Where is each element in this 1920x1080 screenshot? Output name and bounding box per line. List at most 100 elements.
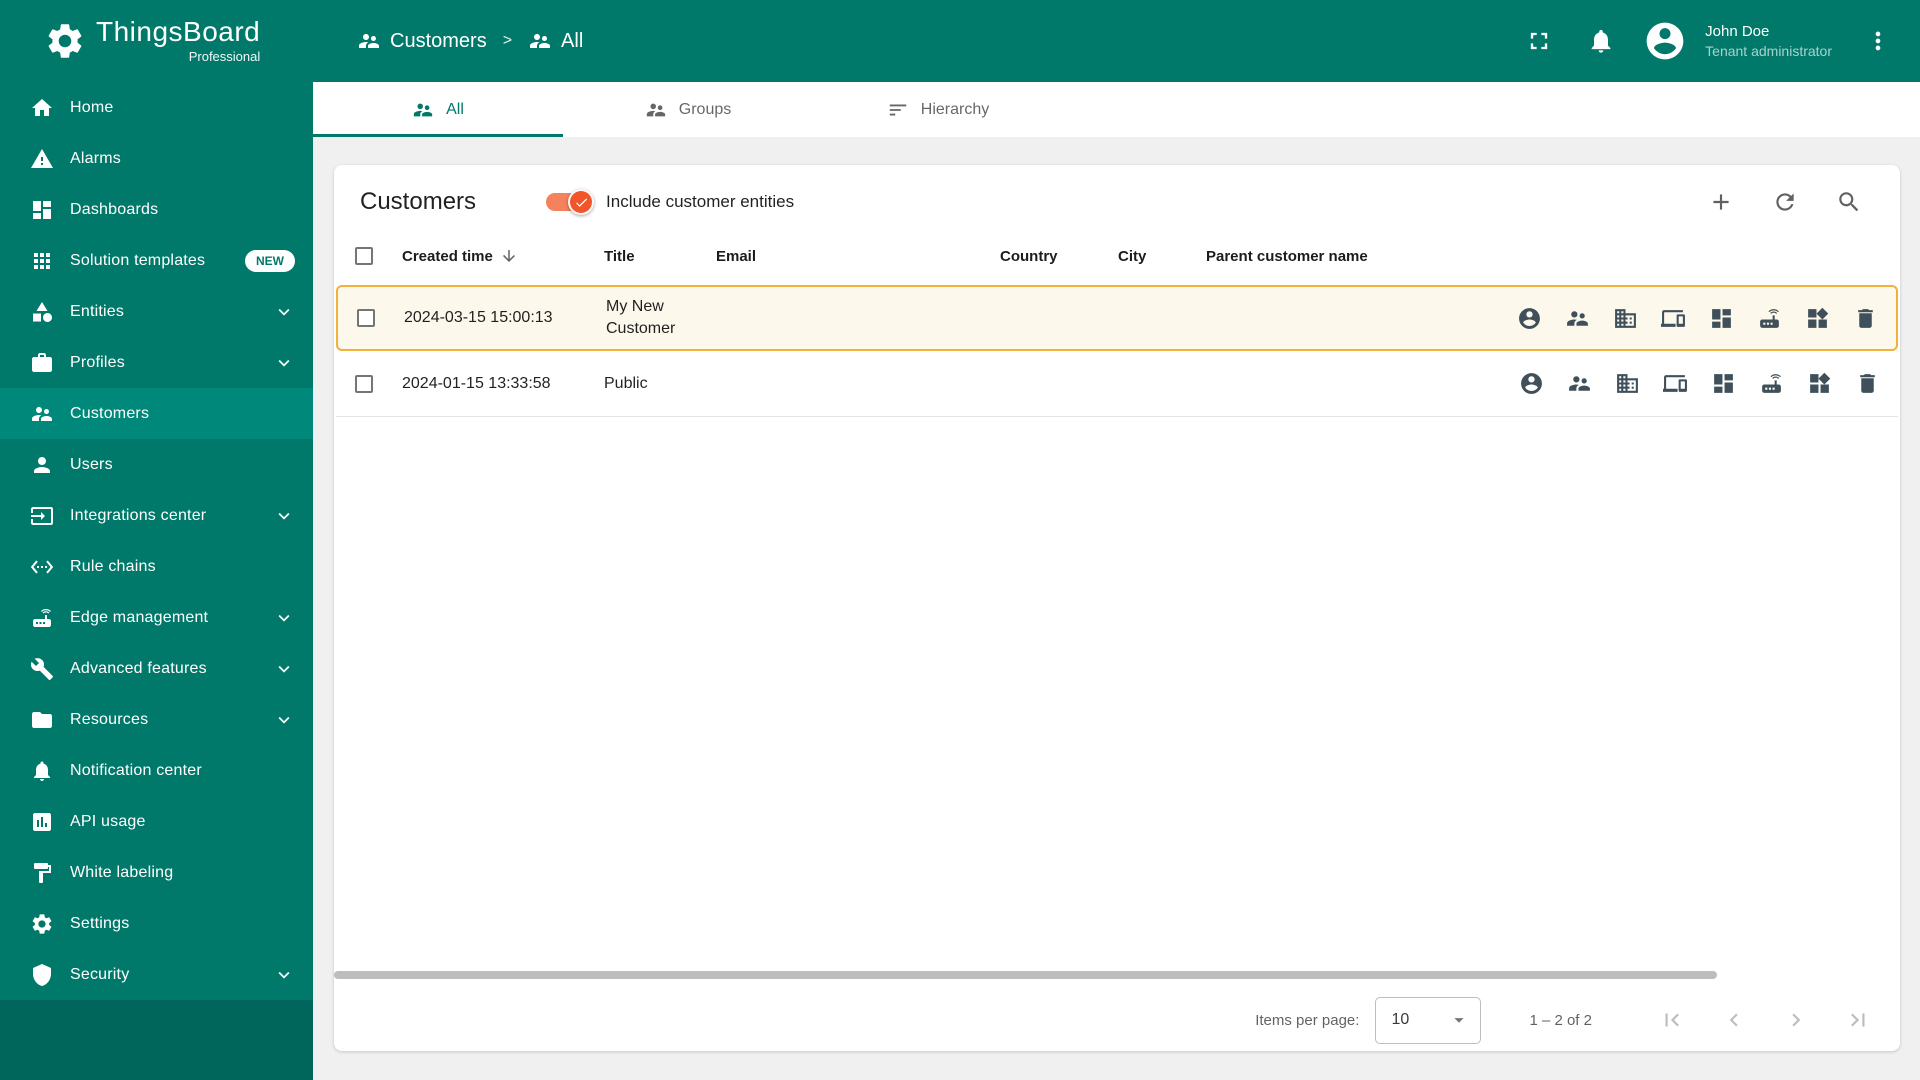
breadcrumb-separator: >: [502, 32, 513, 49]
include-entities-toggle-wrap: Include customer entities: [546, 189, 794, 215]
first-page-button[interactable]: [1658, 1006, 1686, 1034]
manage-customer-edges-button[interactable]: [1757, 306, 1782, 331]
manage-customer-users-button[interactable]: [1519, 371, 1544, 396]
chevron-down-icon: [273, 964, 295, 986]
manage-customer-assets-button[interactable]: [1615, 371, 1640, 396]
delete-customer-button[interactable]: [1855, 371, 1880, 396]
breadcrumb-customers[interactable]: Customers: [357, 29, 487, 53]
sidebar-item-resources[interactable]: Resources: [0, 694, 313, 745]
paint-icon: [30, 861, 54, 885]
devices-icon: [1663, 371, 1688, 396]
sidebar-item-advanced-features[interactable]: Advanced features: [0, 643, 313, 694]
row-actions: [1398, 306, 1896, 331]
cell-created-time: 2024-01-15 13:33:58: [402, 374, 551, 392]
column-parent-customer-name[interactable]: Parent customer name: [1196, 248, 1396, 265]
select-all-checkbox[interactable]: [355, 247, 373, 265]
include-customer-entities-toggle[interactable]: [546, 189, 595, 215]
sidebar-item-entities[interactable]: Entities: [0, 286, 313, 337]
sidebar-item-dashboards[interactable]: Dashboards: [0, 184, 313, 235]
sidebar-item-notification-center[interactable]: Notification center: [0, 745, 313, 796]
row-checkbox[interactable]: [355, 374, 373, 393]
card-toolbar: [1706, 187, 1874, 217]
building-icon: [1615, 371, 1640, 396]
sidebar-item-settings[interactable]: Settings: [0, 898, 313, 949]
column-title[interactable]: Title: [594, 248, 706, 265]
paginator: Items per page: 10 1 – 2 of 2: [334, 989, 1900, 1051]
sidebar-item-profiles[interactable]: Profiles: [0, 337, 313, 388]
last-page-button[interactable]: [1844, 1006, 1872, 1034]
more-vert-icon: [1864, 27, 1892, 55]
user-role: Tenant administrator: [1705, 43, 1832, 59]
next-page-button[interactable]: [1782, 1006, 1810, 1034]
column-created-time[interactable]: Created time: [392, 247, 594, 265]
chevron-down-icon: [273, 709, 295, 731]
items-per-page-select[interactable]: 10: [1375, 996, 1482, 1044]
manage-customer-devices-button[interactable]: [1663, 371, 1688, 396]
widgets-icon: [1807, 371, 1832, 396]
app-name: ThingsBoard: [96, 16, 261, 47]
manage-customer-assets-button[interactable]: [1613, 306, 1638, 331]
sidebar-item-edge-management[interactable]: Edge management: [0, 592, 313, 643]
tab-groups[interactable]: Groups: [563, 82, 813, 137]
app-logo[interactable]: ThingsBoard Professional: [0, 18, 313, 64]
delete-customer-button[interactable]: [1853, 306, 1878, 331]
sidebar-item-rule-chains[interactable]: Rule chains: [0, 541, 313, 592]
more-menu-button[interactable]: [1858, 21, 1898, 61]
column-email[interactable]: Email: [706, 248, 990, 265]
table-header-row: Created time Title Email Country City Pa…: [336, 227, 1898, 285]
column-country[interactable]: Country: [990, 248, 1108, 265]
sidebar-item-security[interactable]: Security: [0, 949, 313, 1000]
tab-hierarchy[interactable]: Hierarchy: [813, 82, 1063, 137]
sidebar-item-white-labeling[interactable]: White labeling: [0, 847, 313, 898]
bell-icon: [1587, 27, 1615, 55]
gear-icon: [30, 912, 54, 936]
top-header: ThingsBoard Professional Customers > All…: [0, 0, 1920, 82]
tab-bar: All Groups Hierarchy: [313, 82, 1920, 137]
row-checkbox[interactable]: [357, 309, 375, 327]
thingsboard-gear-icon: [44, 20, 86, 62]
horizontal-scrollbar: [334, 971, 1898, 979]
table-row[interactable]: 2024-03-15 15:00:13 My New Customer: [336, 285, 1898, 351]
table-row[interactable]: 2024-01-15 13:33:58 Public: [336, 351, 1898, 417]
manage-customer-users-button[interactable]: [1517, 306, 1542, 331]
sidebar-item-solution-templates[interactable]: Solution templates NEW: [0, 235, 313, 286]
tab-all[interactable]: All: [313, 82, 563, 137]
manage-customer-user-groups-button[interactable]: [1565, 306, 1590, 331]
sidebar-item-alarms[interactable]: Alarms: [0, 133, 313, 184]
chevron-down-icon: [273, 607, 295, 629]
manage-customer-dashboards-button[interactable]: [1711, 371, 1736, 396]
page-content: Customers Include customer entities Crea…: [313, 137, 1920, 1080]
manage-customer-user-groups-button[interactable]: [1567, 371, 1592, 396]
sidebar-item-users[interactable]: Users: [0, 439, 313, 490]
refresh-button[interactable]: [1770, 187, 1800, 217]
manage-customer-edges-button[interactable]: [1759, 371, 1784, 396]
column-city[interactable]: City: [1108, 248, 1196, 265]
add-customer-button[interactable]: [1706, 187, 1736, 217]
sidebar-item-customers[interactable]: Customers: [0, 388, 313, 439]
people-icon: [30, 402, 54, 426]
sidebar-item-api-usage[interactable]: API usage: [0, 796, 313, 847]
sidebar-menu: Home Alarms Dashboards Solution template…: [0, 82, 313, 1000]
sidebar-item-integrations-center[interactable]: Integrations center: [0, 490, 313, 541]
fullscreen-button[interactable]: [1519, 21, 1559, 61]
trash-icon: [1855, 371, 1880, 396]
check-icon: [574, 195, 589, 210]
horizontal-scrollbar-thumb[interactable]: [334, 971, 1717, 979]
breadcrumb-label: All: [561, 29, 584, 52]
user-avatar[interactable]: [1643, 19, 1687, 63]
previous-page-button[interactable]: [1720, 1006, 1748, 1034]
trash-icon: [1853, 306, 1878, 331]
manage-customer-dashboards-button[interactable]: [1709, 306, 1734, 331]
manage-customer-widgets-button[interactable]: [1807, 371, 1832, 396]
manage-customer-widgets-button[interactable]: [1805, 306, 1830, 331]
apps-icon: [30, 249, 54, 273]
manage-customer-devices-button[interactable]: [1661, 306, 1686, 331]
sidebar-item-home[interactable]: Home: [0, 82, 313, 133]
search-button[interactable]: [1834, 187, 1864, 217]
breadcrumb-all[interactable]: All: [528, 29, 583, 53]
chart-icon: [30, 810, 54, 834]
cell-created-time: 2024-03-15 15:00:13: [404, 309, 553, 326]
people-icon: [1567, 371, 1592, 396]
notifications-button[interactable]: [1581, 21, 1621, 61]
first-page-icon: [1659, 1007, 1685, 1033]
